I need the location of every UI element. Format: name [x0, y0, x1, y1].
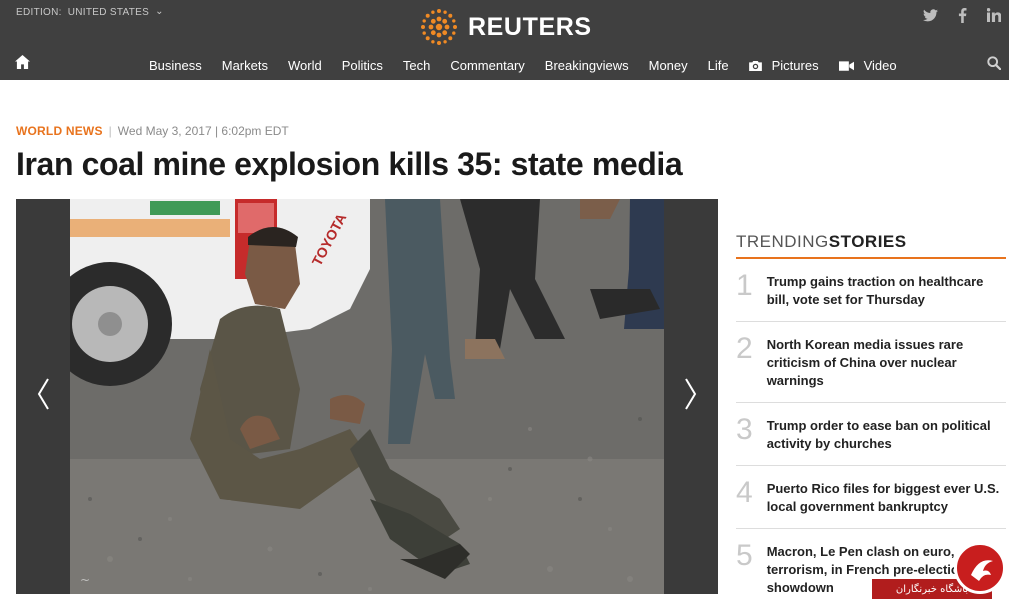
nav-item-commentary[interactable]: Commentary	[440, 58, 534, 73]
nav-item-pictures[interactable]: Pictures	[739, 58, 829, 73]
trending-number: 1	[736, 269, 753, 302]
trending-title[interactable]: Trump gains traction on healthcare bill,…	[767, 273, 1006, 309]
nav-label: Pictures	[771, 58, 819, 73]
svg-text:~: ~	[80, 573, 90, 587]
article-date: Wed May 3, 2017 | 6:02pm EDT	[117, 124, 289, 138]
nav-items: Business Markets World Politics Tech Com…	[139, 58, 907, 73]
chevron-right-icon	[685, 378, 697, 410]
chevron-left-icon	[37, 378, 49, 410]
trending-title[interactable]: Trump order to ease ban on political act…	[767, 417, 1006, 453]
nav-item-markets[interactable]: Markets	[212, 58, 278, 73]
watermark-logo	[954, 542, 1006, 594]
edition-selector[interactable]: EDITION: UNITED STATES ⌄	[16, 6, 164, 18]
video-icon	[838, 60, 854, 71]
trending-number: 5	[736, 539, 753, 572]
nav-label: Video	[863, 58, 897, 73]
edition-value: UNITED STATES	[67, 7, 150, 18]
trending-heading: TRENDINGSTORIES	[736, 232, 1006, 259]
trending-item[interactable]: 3 Trump order to ease ban on political a…	[736, 403, 1006, 466]
meta-separator: |	[108, 124, 112, 138]
main-nav: Business Markets World Politics Tech Com…	[0, 52, 1009, 78]
article-headline: Iran coal mine explosion kills 35: state…	[16, 146, 683, 182]
nav-label: Markets	[221, 58, 268, 73]
chevron-down-icon: ⌄	[155, 6, 164, 17]
article-meta: WORLD NEWS | Wed May 3, 2017 | 6:02pm ED…	[16, 124, 289, 138]
section-link[interactable]: WORLD NEWS	[16, 124, 103, 138]
nav-item-politics[interactable]: Politics	[332, 58, 393, 73]
linkedin-icon[interactable]	[985, 6, 1003, 24]
twitter-icon[interactable]	[921, 6, 939, 24]
top-bar: EDITION: UNITED STATES ⌄ REUTERS Busines…	[0, 0, 1009, 80]
nav-item-business[interactable]: Business	[139, 58, 212, 73]
trending-item[interactable]: 2 North Korean media issues rare critici…	[736, 322, 1006, 403]
trending-title[interactable]: North Korean media issues rare criticism…	[767, 336, 1006, 390]
nav-label: Life	[707, 58, 729, 73]
photo-gallery: TOYOTA ~	[16, 199, 718, 594]
trending-item[interactable]: 1 Trump gains traction on healthcare bil…	[736, 259, 1006, 322]
home-icon[interactable]	[15, 55, 31, 71]
trending-heading-bold: STORIES	[828, 232, 907, 251]
nav-item-world[interactable]: World	[278, 58, 332, 73]
reuters-dots-icon	[421, 9, 457, 45]
nav-item-life[interactable]: Life	[698, 58, 739, 73]
facebook-icon[interactable]	[953, 6, 971, 24]
nav-label: Politics	[341, 58, 383, 73]
nav-label: Breakingviews	[544, 58, 629, 73]
gallery-prev-button[interactable]	[28, 374, 58, 414]
article-photo: TOYOTA ~	[70, 199, 664, 594]
nav-label: Tech	[402, 58, 431, 73]
trending-number: 3	[736, 413, 753, 446]
nav-item-tech[interactable]: Tech	[393, 58, 440, 73]
nav-label: World	[287, 58, 322, 73]
search-icon[interactable]	[987, 56, 1003, 72]
nav-label: Commentary	[450, 58, 525, 73]
nav-item-breakingviews[interactable]: Breakingviews	[535, 58, 639, 73]
trending-number: 4	[736, 476, 753, 509]
nav-item-money[interactable]: Money	[639, 58, 698, 73]
reuters-logo[interactable]: REUTERS	[418, 6, 592, 48]
gallery-next-button[interactable]	[676, 374, 706, 414]
watermark-badge: باشگاه خبرنگاران	[872, 542, 1009, 599]
trending-title[interactable]: Puerto Rico files for biggest ever U.S. …	[767, 480, 1006, 516]
trending-number: 2	[736, 332, 753, 365]
nav-item-video[interactable]: Video	[829, 58, 907, 73]
trending-item[interactable]: 4 Puerto Rico files for biggest ever U.S…	[736, 466, 1006, 529]
nav-label: Money	[648, 58, 688, 73]
camera-icon	[748, 60, 762, 71]
edition-label: EDITION:	[16, 7, 62, 18]
logo-text: REUTERS	[468, 12, 592, 41]
social-links	[921, 6, 1003, 24]
trending-heading-light: TRENDING	[736, 232, 829, 251]
nav-label: Business	[149, 58, 202, 73]
